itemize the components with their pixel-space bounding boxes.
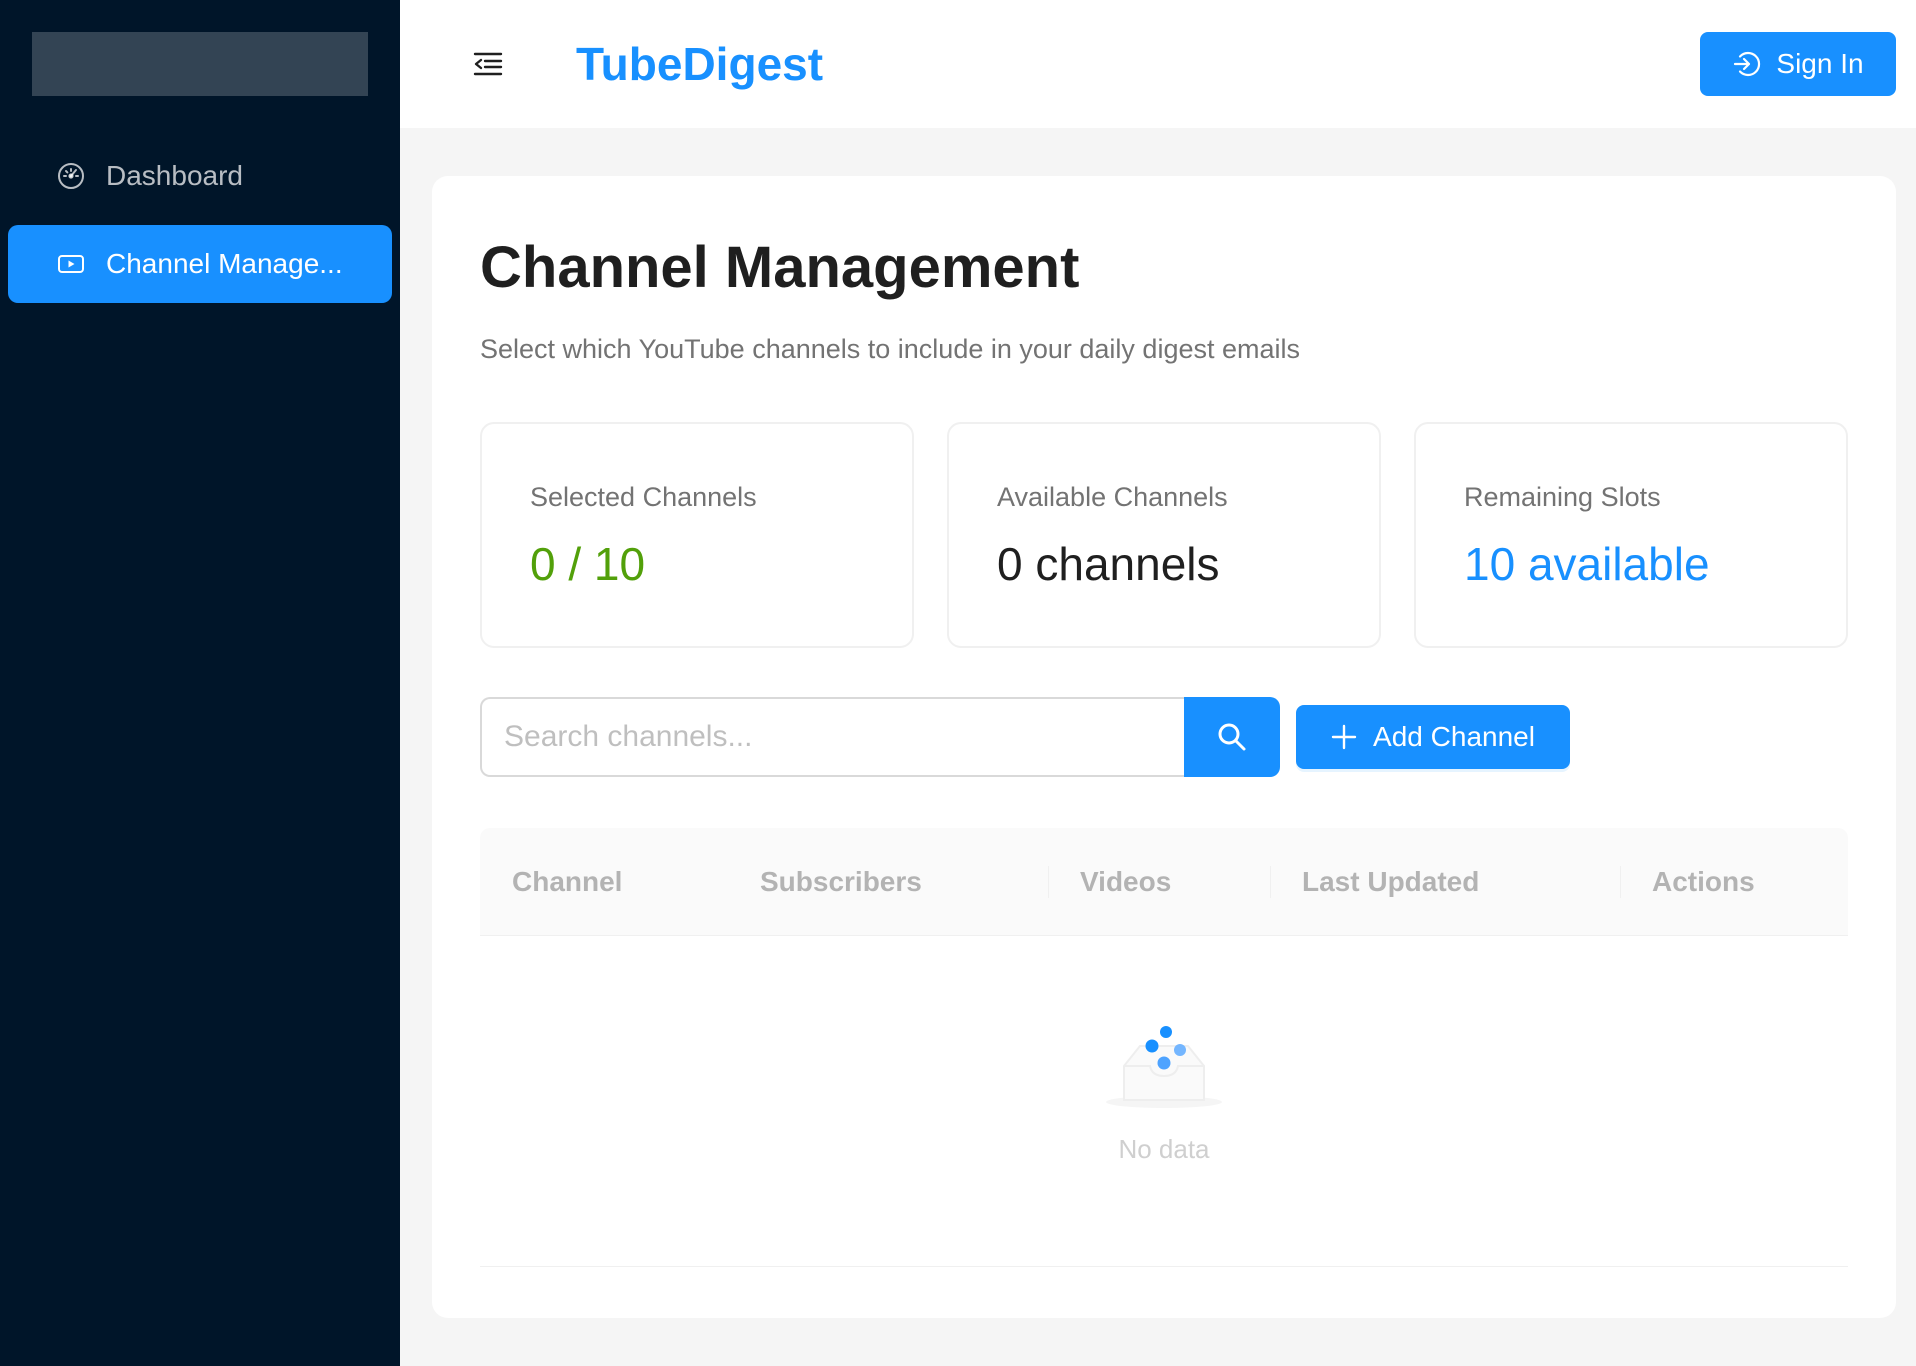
empty-inbox-icon — [1104, 1016, 1224, 1121]
page-subtitle: Select which YouTube channels to include… — [480, 334, 1300, 364]
column-header-last-updated[interactable]: Last Updated — [1302, 828, 1479, 936]
video-icon — [56, 249, 86, 279]
sidebar-item-label: Channel Manage... — [106, 248, 343, 279]
search-input[interactable] — [480, 697, 1184, 777]
menu-fold-icon[interactable] — [470, 46, 506, 82]
search-button[interactable] — [1184, 697, 1280, 777]
column-header-actions[interactable]: Actions — [1652, 828, 1755, 936]
column-divider — [1270, 866, 1271, 898]
sidebar-item-label: Dashboard — [106, 160, 243, 191]
column-header-channel[interactable]: Channel — [512, 828, 622, 936]
logo-placeholder — [32, 32, 368, 96]
dashboard-icon — [56, 161, 86, 191]
stat-value: 0 / 10 — [530, 538, 646, 590]
plus-icon — [1331, 724, 1357, 750]
stat-label: Remaining Slots — [1464, 482, 1661, 512]
column-divider — [1048, 866, 1049, 898]
column-header-videos[interactable]: Videos — [1080, 828, 1171, 936]
stat-card-available: Available Channels 0 channels — [947, 422, 1381, 648]
column-divider — [1620, 866, 1621, 898]
table-header: Channel Subscribers Videos Last Updated … — [480, 828, 1848, 936]
content-card: Channel Management Select which YouTube … — [432, 176, 1896, 1318]
add-channel-button[interactable]: Add Channel — [1296, 705, 1570, 769]
sidebar-item-channel-management[interactable]: Channel Manage... — [8, 225, 392, 303]
brand-title: TubeDigest — [576, 38, 824, 90]
login-icon — [1732, 49, 1762, 79]
stat-label: Selected Channels — [530, 482, 757, 512]
stat-value: 10 available — [1464, 538, 1710, 590]
search-icon — [1216, 721, 1248, 753]
stat-value: 0 channels — [997, 538, 1220, 590]
header: TubeDigest Sign In — [400, 0, 1916, 128]
add-channel-label: Add Channel — [1373, 721, 1535, 752]
stat-card-selected: Selected Channels 0 / 10 — [480, 422, 914, 648]
stat-card-remaining: Remaining Slots 10 available — [1414, 422, 1848, 648]
sign-in-button[interactable]: Sign In — [1700, 32, 1896, 96]
page-title: Channel Management — [480, 235, 1080, 300]
sidebar: Dashboard Channel Manage... — [0, 0, 400, 1366]
sign-in-label: Sign In — [1776, 48, 1864, 79]
table-bottom-divider — [480, 1266, 1848, 1267]
column-header-subscribers[interactable]: Subscribers — [760, 828, 922, 936]
stat-label: Available Channels — [997, 482, 1228, 512]
empty-state: No data — [480, 976, 1848, 1176]
empty-text: No data — [1118, 1134, 1210, 1164]
search-group — [480, 697, 1280, 777]
sidebar-item-dashboard[interactable]: Dashboard — [8, 137, 392, 215]
